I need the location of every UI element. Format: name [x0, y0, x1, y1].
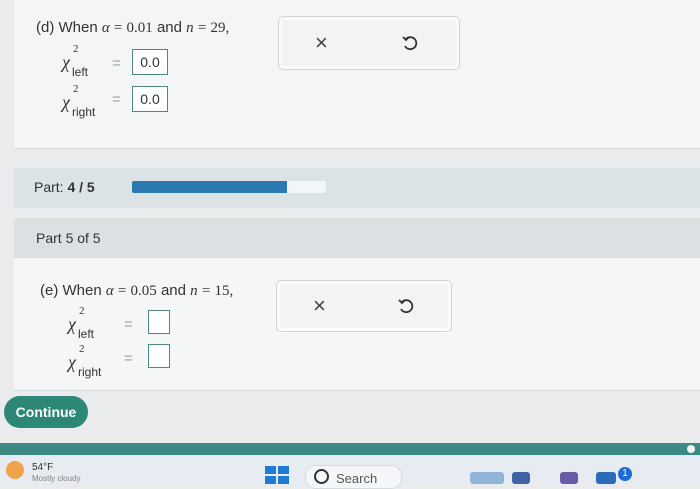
and-text: and — [160, 282, 186, 299]
taskbar-app-icon[interactable] — [470, 472, 504, 484]
n-value: 15, — [214, 283, 234, 299]
n-value: 29, — [210, 20, 230, 36]
part-d-panel: (d) When α = 0.01 and n = 29, χ 2 left = 0… — [14, 0, 700, 149]
chi-superscript: 2 — [79, 343, 85, 355]
equals-sign: = — [124, 316, 133, 333]
help-icon[interactable] — [687, 445, 695, 453]
chi-left-label: χ 2 left — [62, 43, 88, 79]
section-header: Part 5 of 5 — [14, 218, 700, 258]
part-e-condition: (e) When α = 0.05 and n = 15, — [40, 282, 233, 300]
alpha-symbol: α — [101, 20, 110, 36]
chi-superscript: 2 — [73, 43, 79, 55]
chi-symbol: χ — [62, 52, 70, 72]
equals-sign: = — [124, 350, 133, 367]
notification-badge[interactable]: 1 — [618, 467, 632, 481]
search-icon — [314, 469, 329, 484]
chi-symbol: χ — [68, 314, 76, 334]
equals-sign: = — [201, 283, 211, 299]
progress-bar-row: Part: 4 / 5 — [14, 168, 700, 208]
chi-subscript: left — [72, 65, 89, 79]
answer-tools-card: × — [278, 16, 460, 70]
taskbar-app-icon[interactable] — [596, 472, 616, 484]
taskbar-app-icon[interactable] — [560, 472, 578, 484]
chi-subscript: right — [78, 365, 102, 379]
section-title: Part 5 of 5 — [36, 230, 101, 246]
equals-sign: = — [197, 20, 207, 36]
windows-start-icon[interactable] — [265, 466, 289, 484]
weather-condition: Mostly cloudy — [32, 474, 81, 483]
chi-right-label: χ 2 right — [62, 83, 95, 119]
chi-right-answer[interactable]: 0.0 — [132, 86, 168, 112]
equals-sign: = — [117, 283, 127, 299]
n-symbol: n — [186, 20, 194, 36]
chi-symbol: χ — [62, 92, 70, 112]
equals-sign: = — [113, 20, 123, 36]
clear-icon[interactable]: × — [313, 293, 326, 319]
undo-icon[interactable] — [397, 297, 415, 315]
progress-track — [132, 181, 326, 193]
taskbar: 54°F Mostly cloudy Search 1 — [0, 455, 700, 489]
part-count: 4 / 5 — [67, 179, 95, 195]
chi-subscript: right — [72, 105, 96, 119]
equals-sign: = — [112, 55, 121, 72]
part-progress-label: Part: 4 / 5 — [34, 179, 95, 195]
chi-left-label: χ 2 left — [68, 305, 94, 341]
part-e-panel: (e) When α = 0.05 and n = 15, χ 2 left = χ… — [14, 258, 700, 391]
answer-tools-card: × — [276, 280, 452, 332]
footer-strip — [0, 443, 700, 455]
chi-right-row: χ 2 right = 0.0 — [62, 83, 222, 122]
taskbar-search[interactable]: Search — [305, 465, 402, 489]
chi-left-answer[interactable]: 0.0 — [132, 49, 168, 75]
part-label-text: Part: — [34, 179, 64, 195]
alpha-symbol: α — [105, 283, 114, 299]
equals-sign: = — [112, 91, 121, 108]
chi-superscript: 2 — [73, 83, 79, 95]
chi-right-label: χ 2 right — [68, 343, 101, 379]
weather-icon[interactable] — [6, 461, 24, 479]
condition-label: (d) When — [36, 19, 98, 36]
chi-left-input[interactable] — [148, 310, 170, 334]
chi-superscript: 2 — [79, 305, 85, 317]
alpha-value: 0.01 — [126, 20, 153, 36]
chi-left-row: χ 2 left = 0.0 — [62, 43, 222, 82]
n-symbol: n — [190, 283, 198, 299]
continue-button[interactable]: Continue — [4, 396, 88, 428]
chi-subscript: left — [78, 327, 95, 341]
part-d-condition: (d) When α = 0.01 and n = 29, — [36, 19, 229, 37]
weather-temperature[interactable]: 54°F — [32, 462, 53, 473]
progress-fill — [132, 181, 288, 193]
chi-right-row: χ 2 right = — [68, 343, 228, 382]
chi-symbol: χ — [68, 352, 76, 372]
condition-label: (e) When — [40, 282, 102, 299]
taskbar-app-icon[interactable] — [512, 472, 530, 484]
undo-icon[interactable] — [401, 34, 419, 52]
alpha-value: 0.05 — [130, 283, 157, 299]
and-text: and — [156, 19, 182, 36]
chi-right-input[interactable] — [148, 344, 170, 368]
clear-icon[interactable]: × — [315, 30, 328, 56]
chi-left-row: χ 2 left = — [68, 305, 228, 344]
